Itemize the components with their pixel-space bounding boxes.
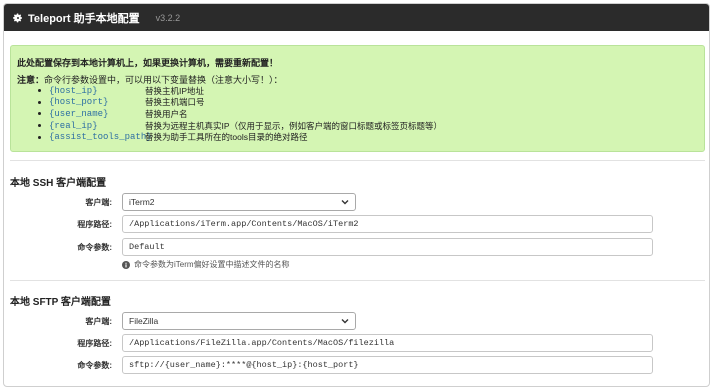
ssh-args-label: 命令参数:	[77, 243, 112, 252]
sftp-client-label: 客户端:	[85, 317, 112, 326]
ssh-client-value: iTerm2	[129, 197, 155, 207]
bullet-icon	[38, 135, 41, 139]
variable-desc: 替换主机IP地址	[145, 85, 205, 96]
chevron-down-icon	[341, 319, 349, 324]
note-label: 注意：	[17, 75, 45, 85]
list-item: {host_port} 替换主机端口号	[38, 97, 442, 109]
ssh-help-text: 命令参数为iTerm偏好设置中描述文件的名称	[134, 260, 290, 269]
info-icon	[122, 260, 130, 269]
variable-list: {host_ip} 替换主机IP地址 {host_port} 替换主机端口号 {…	[38, 85, 442, 143]
divider	[10, 280, 705, 281]
notice-heading: 此处配置保存到本地计算机上，如果更换计算机，需要重新配置！	[17, 58, 279, 68]
ssh-section-title: 本地 SSH 客户端配置	[10, 178, 107, 189]
variable-desc: 替换用户名	[145, 108, 188, 119]
gear-icon	[13, 13, 22, 22]
variable-desc: 替换为助手工具所在的tools目录的绝对路径	[145, 132, 308, 143]
ssh-path-input[interactable]: /Applications/iTerm.app/Contents/MacOS/i…	[122, 215, 653, 233]
window-title: Teleport 助手本地配置	[28, 12, 140, 25]
sftp-client-select[interactable]: FileZilla	[122, 312, 356, 330]
ssh-args-input[interactable]: Default	[122, 238, 653, 256]
version-label: v3.2.2	[155, 12, 181, 23]
variable-code: {real_ip}	[49, 120, 98, 131]
ssh-path-label: 程序路径:	[77, 220, 112, 229]
ssh-client-label: 客户端:	[85, 198, 112, 207]
sftp-client-value: FileZilla	[129, 316, 159, 326]
bullet-icon	[38, 100, 41, 104]
note-text: 命令行参数设置中，可以用以下变量替换（注意大小写！）：	[44, 75, 283, 85]
title-bar: Teleport 助手本地配置 v3.2.2	[4, 4, 709, 31]
sftp-path-input[interactable]: /Applications/FileZilla.app/Contents/Mac…	[122, 334, 653, 352]
ssh-args-help: 命令参数为iTerm偏好设置中描述文件的名称	[122, 259, 290, 270]
variable-desc: 替换主机端口号	[145, 97, 205, 108]
app-window: Teleport 助手本地配置 v3.2.2 此处配置保存到本地计算机上，如果更…	[3, 3, 710, 387]
bullet-icon	[38, 89, 41, 93]
list-item: {assist_tools_path} 替换为助手工具所在的tools目录的绝对…	[38, 131, 442, 143]
sftp-args-input[interactable]: sftp://{user_name}:****@{host_ip}:{host_…	[122, 356, 653, 374]
sftp-section-title: 本地 SFTP 客户端配置	[10, 297, 111, 308]
chevron-down-icon	[341, 200, 349, 205]
ssh-client-select[interactable]: iTerm2	[122, 193, 356, 211]
notice-panel: 此处配置保存到本地计算机上，如果更换计算机，需要重新配置！ 注意：命令行参数设置…	[10, 45, 705, 152]
variable-code: {host_ip}	[49, 85, 98, 96]
variable-code: {host_port}	[49, 97, 109, 108]
sftp-path-label: 程序路径:	[77, 339, 112, 348]
variable-code: {assist_tools_path}	[49, 132, 152, 143]
sftp-args-label: 命令参数:	[77, 361, 112, 370]
bullet-icon	[38, 124, 41, 128]
list-item: {real_ip} 替换为远程主机真实IP（仅用于显示，例如客户端的窗口标题或标…	[38, 120, 442, 132]
list-item: {user_name} 替换用户名	[38, 108, 442, 120]
bullet-icon	[38, 112, 41, 116]
variable-desc: 替换为远程主机真实IP（仅用于显示，例如客户端的窗口标题或标签页标题等）	[145, 120, 443, 131]
variable-code: {user_name}	[49, 108, 109, 119]
list-item: {host_ip} 替换主机IP地址	[38, 85, 442, 97]
divider	[10, 160, 705, 161]
